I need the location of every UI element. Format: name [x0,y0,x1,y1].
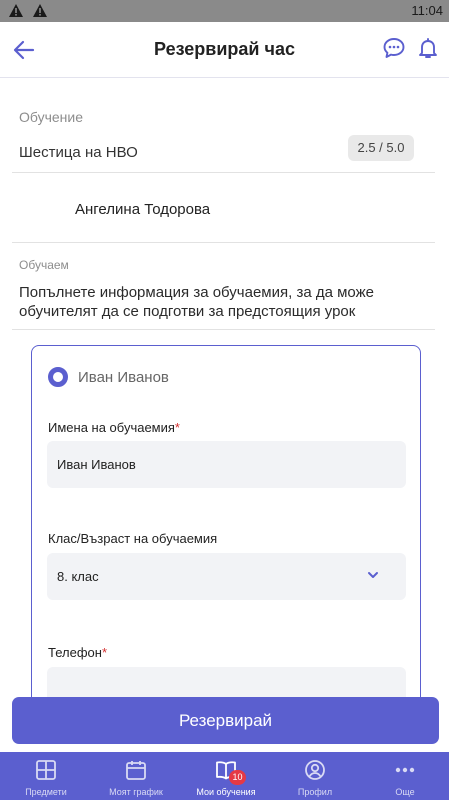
grade-select-value: 8. клас [57,569,99,584]
warning-icon [33,4,47,17]
bell-icon [419,38,437,58]
grade-label: Клас/Възраст на обучаемия [48,531,218,546]
grid-icon [36,760,56,780]
training-name: Шестица на НВО [19,144,138,161]
nav-item-profile[interactable]: Профил [285,752,345,800]
learner-name-input[interactable]: Иван Иванов [47,441,406,488]
calendar-icon [126,761,146,780]
divider [12,172,435,173]
nav-item-subjects[interactable]: Предмети [15,752,77,800]
more-icon [395,767,415,773]
learner-radio[interactable] [48,367,68,387]
training-label: Обучение [19,109,84,125]
learner-card: Иван Иванов Имена на обучаемия* Иван Ива… [31,345,421,700]
grade-select[interactable]: 8. клас [47,553,406,600]
app-header: Резервирай час [0,22,449,78]
notification-badge: 10 [229,770,246,785]
chat-button[interactable] [382,36,408,62]
nav-item-more[interactable]: Още [378,752,432,800]
status-time: 11:04 [411,3,443,18]
chat-icon [383,38,405,58]
phone-input[interactable] [47,667,406,700]
chevron-down-icon [368,572,378,578]
learner-radio-label[interactable]: Иван Иванов [78,369,169,386]
status-bar: 11:04 [0,0,449,22]
teacher-name: Ангелина Тодорова [75,201,211,218]
bottom-nav: Предмети Моят график Мои обучения Профил… [0,752,449,800]
divider [12,242,435,243]
nav-item-schedule[interactable]: Моят график [100,752,172,800]
reserve-button[interactable]: Резервирай [12,697,439,744]
notifications-button[interactable] [416,36,442,62]
learner-name-label: Имена на обучаемия* [48,420,180,435]
phone-label: Телефон* [48,645,107,660]
learner-label: Обучаем [19,258,69,272]
booking-form-content[interactable]: Обучение Шестица на НВО 2.5 / 5.0 Ангели… [0,78,449,700]
rating-badge: 2.5 / 5.0 [348,135,414,161]
divider [12,329,435,330]
profile-icon [305,760,325,780]
nav-item-my-trainings[interactable]: Мои обучения [188,752,264,800]
warning-icon [9,4,23,17]
learner-description: Попълнете информация за обучаемия, за да… [19,284,374,320]
